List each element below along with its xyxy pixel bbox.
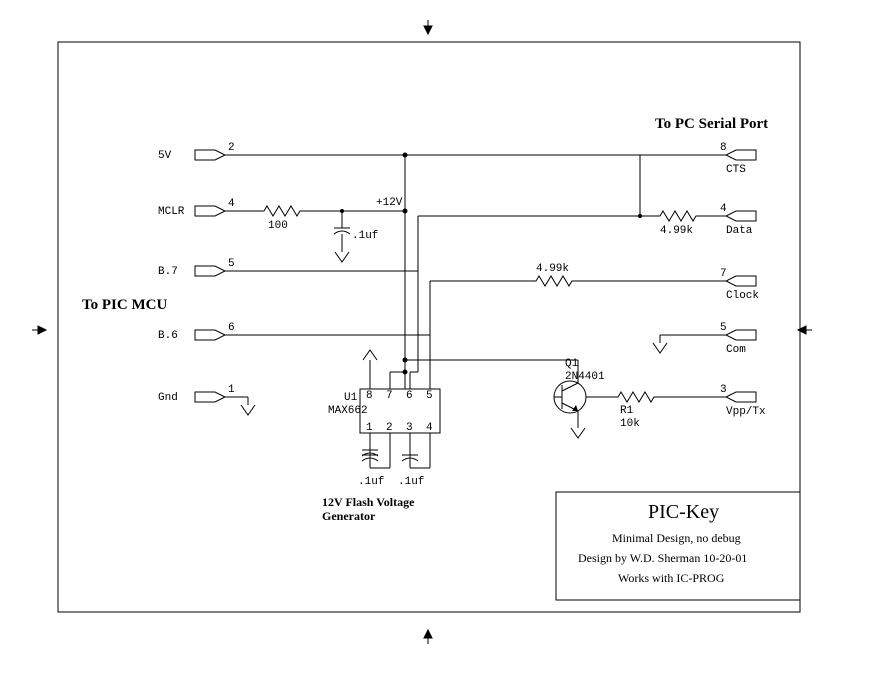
svg-text:3: 3 [720, 384, 727, 396]
cap3-label: .1uf [398, 476, 424, 488]
title: PIC-Key [648, 501, 719, 523]
svg-text:6: 6 [228, 322, 235, 334]
label-12v: +12V [376, 197, 403, 209]
svg-text:1: 1 [366, 422, 373, 434]
svg-text:Clock: Clock [726, 290, 759, 302]
svg-text:7: 7 [386, 390, 393, 402]
svg-text:.1uf: .1uf [352, 230, 378, 242]
port-cts: 8 CTS [640, 142, 756, 176]
svg-text:4: 4 [228, 198, 235, 210]
port-mclr: MCLR 4 100 [158, 198, 405, 232]
svg-text:Gnd: Gnd [158, 392, 178, 404]
svg-text:1: 1 [228, 384, 235, 396]
cap-c2 [362, 443, 398, 456]
svg-text:B.6: B.6 [158, 330, 178, 342]
port-clock: 4.99k 7 Clock [530, 263, 759, 302]
u1: 8 7 6 5 1 2 3 4 U1 MAX662 [328, 379, 440, 443]
port-b6: B.6 6 [158, 322, 430, 342]
svg-text:R1: R1 [620, 405, 634, 417]
port-com: 5 Com [653, 322, 756, 356]
svg-text:U1: U1 [344, 392, 358, 404]
svg-text:Vpp/Tx: Vpp/Tx [726, 406, 766, 418]
svg-text:5: 5 [228, 258, 235, 270]
port-gnd: Gnd 1 [158, 384, 255, 415]
svg-text:B.7: B.7 [158, 266, 178, 278]
svg-text:10k: 10k [620, 418, 640, 430]
svg-text:6: 6 [406, 390, 413, 402]
svg-text:4.99k: 4.99k [660, 225, 693, 237]
gen-label1: 12V Flash Voltage [322, 495, 415, 509]
svg-text:Com: Com [726, 344, 746, 356]
svg-text:2: 2 [386, 422, 393, 434]
svg-text:Data: Data [726, 225, 753, 237]
q1: Q1 2N4401 [403, 358, 605, 438]
port-b7: B.7 5 [158, 258, 418, 278]
title-line1: Minimal Design, no debug [612, 531, 741, 545]
svg-text:5V: 5V [158, 150, 172, 162]
svg-text:100: 100 [268, 220, 288, 232]
svg-text:8: 8 [720, 142, 727, 154]
svg-text:2: 2 [228, 142, 235, 154]
gen-label2: Generator [322, 509, 376, 523]
svg-text:8: 8 [366, 390, 373, 402]
svg-text:4: 4 [426, 422, 433, 434]
title-line3: Works with IC-PROG [618, 571, 725, 585]
svg-text:4: 4 [720, 203, 727, 215]
port-vpp: 3 Vpp/Tx [660, 384, 766, 418]
title-block: PIC-Key Minimal Design, no debug Design … [556, 492, 800, 600]
svg-text:MAX662: MAX662 [328, 405, 368, 417]
svg-text:5: 5 [720, 322, 727, 334]
port-5v: 5V 2 [158, 142, 405, 162]
heading-right: To PC Serial Port [655, 116, 768, 132]
title-line2: Design by W.D. Sherman 10-20-01 [578, 551, 747, 565]
svg-text:MCLR: MCLR [158, 206, 185, 218]
cap-mclr: .1uf [334, 209, 378, 262]
cap2-label: .1uf [358, 476, 384, 488]
svg-text:7: 7 [720, 268, 727, 280]
svg-text:3: 3 [406, 422, 413, 434]
heading-left: To PIC MCU [82, 297, 167, 313]
svg-text:CTS: CTS [726, 164, 746, 176]
svg-text:5: 5 [426, 390, 433, 402]
svg-text:4.99k: 4.99k [536, 263, 569, 275]
r1: R1 10k [590, 392, 660, 430]
